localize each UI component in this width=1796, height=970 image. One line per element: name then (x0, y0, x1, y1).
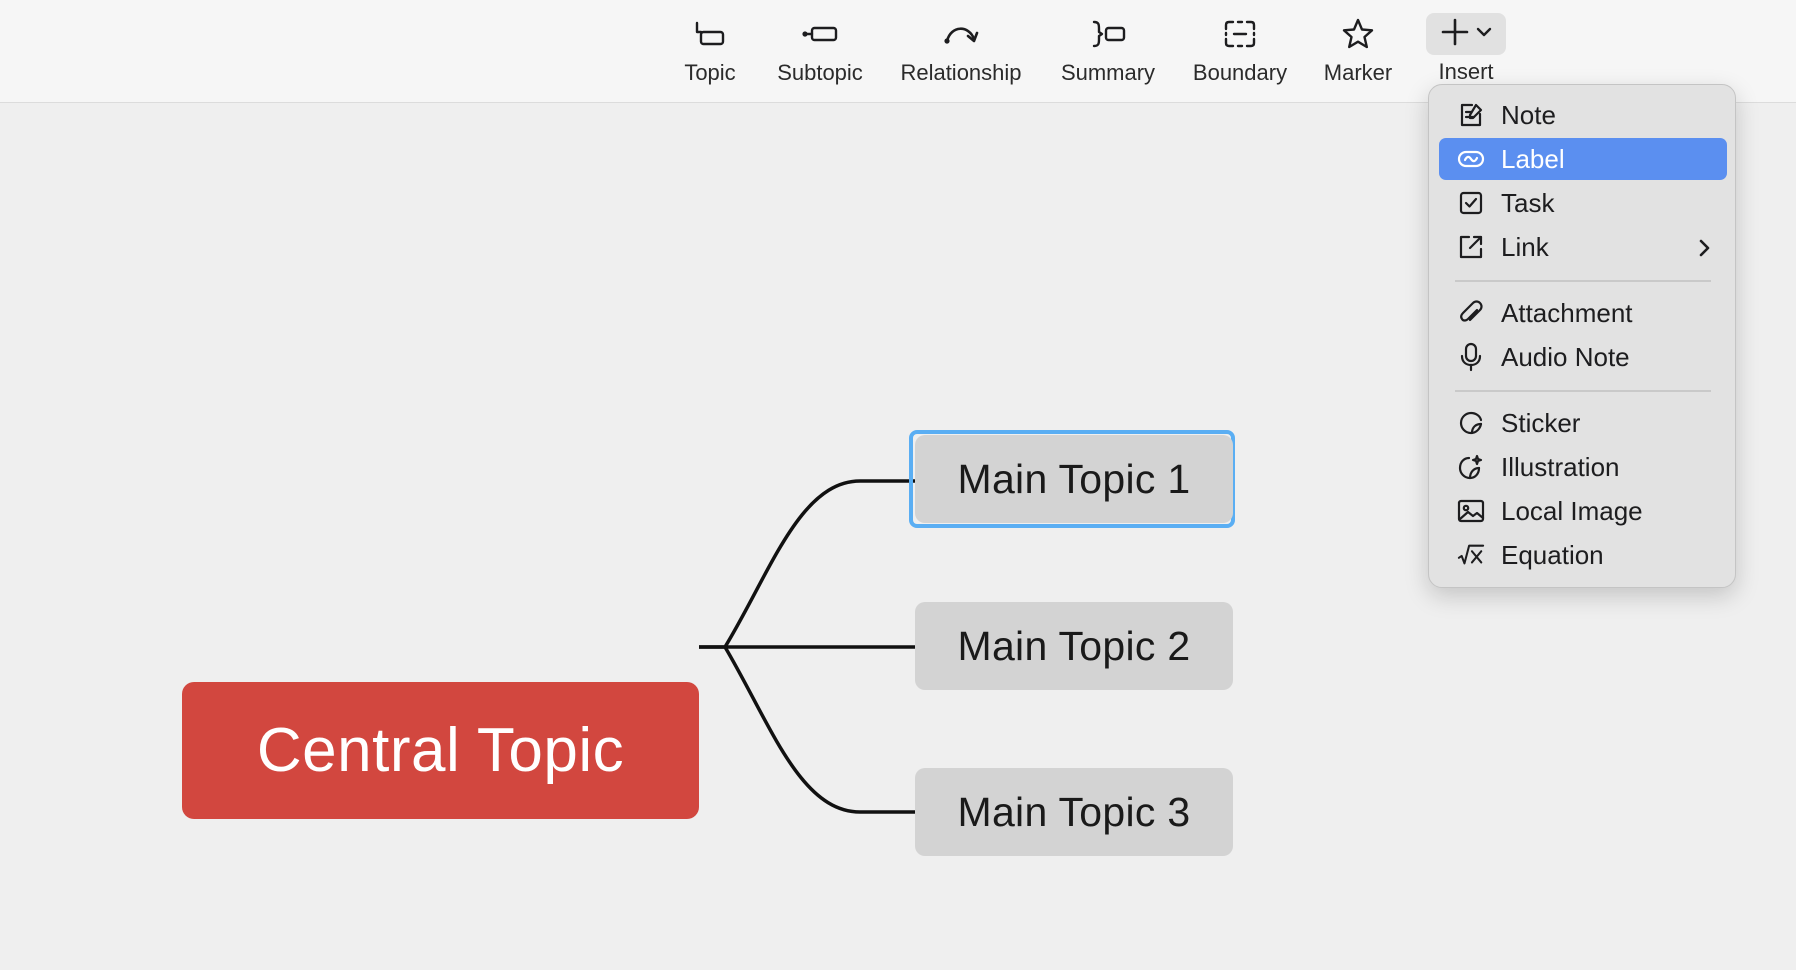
insert-tool-label: Insert (1438, 59, 1494, 84)
menu-item-local-image[interactable]: Local Image (1439, 490, 1727, 532)
menu-item-task-label: Task (1501, 187, 1555, 218)
subtopic-tool-label: Subtopic (777, 60, 863, 85)
menu-item-task[interactable]: Task (1439, 182, 1727, 224)
topic-icon (690, 12, 730, 56)
topic-tool-label: Topic (684, 60, 736, 85)
menu-item-note[interactable]: Note (1439, 94, 1727, 136)
plus-icon (1440, 17, 1470, 52)
chevron-right-icon (1697, 235, 1711, 266)
menu-item-illustration-label: Illustration (1501, 451, 1620, 482)
connector-main-topic-1 (699, 479, 915, 649)
central-topic[interactable]: Central Topic (182, 682, 699, 819)
topic-tool-button[interactable]: Topic (668, 12, 752, 92)
illustration-icon (1457, 453, 1485, 481)
relationship-tool-button[interactable]: Relationship (896, 12, 1026, 92)
menu-item-equation-label: Equation (1501, 539, 1604, 570)
marker-tool-label: Marker (1323, 60, 1393, 85)
menu-item-label-label: Label (1501, 143, 1565, 174)
menu-separator (1455, 390, 1711, 392)
star-icon (1338, 12, 1378, 56)
menu-item-label[interactable]: Label (1439, 138, 1727, 180)
main-topic-2[interactable]: Main Topic 2 (915, 602, 1233, 690)
menu-item-link[interactable]: Link (1439, 226, 1727, 268)
menu-item-note-label: Note (1501, 99, 1556, 130)
menu-item-sticker-label: Sticker (1501, 407, 1581, 438)
note-icon (1457, 101, 1485, 129)
menu-separator (1455, 280, 1711, 282)
summary-tool-label: Summary (1060, 60, 1156, 85)
image-icon (1457, 497, 1485, 525)
relationship-icon (941, 12, 981, 56)
checkbox-icon (1457, 189, 1485, 217)
main-topic-2-text: Main Topic 2 (957, 622, 1191, 669)
boundary-tool-label: Boundary (1192, 60, 1288, 85)
boundary-tool-button[interactable]: Boundary (1188, 12, 1292, 92)
label-icon (1457, 145, 1485, 173)
main-topic-1[interactable]: Main Topic 1 (915, 435, 1233, 523)
marker-tool-button[interactable]: Marker (1318, 12, 1398, 92)
summary-tool-button[interactable]: Summary (1058, 12, 1158, 92)
menu-item-equation[interactable]: Equation (1439, 534, 1727, 576)
subtopic-tool-button[interactable]: Subtopic (770, 12, 870, 92)
subtopic-icon (800, 12, 840, 56)
insert-dropdown-button[interactable] (1426, 13, 1506, 55)
insert-tool-button[interactable]: Insert (1426, 12, 1506, 92)
equation-icon (1457, 541, 1485, 569)
menu-item-attachment-label: Attachment (1501, 297, 1633, 328)
menu-item-illustration[interactable]: Illustration (1439, 446, 1727, 488)
summary-icon (1088, 12, 1128, 56)
connector-main-topic-3 (723, 646, 915, 814)
paperclip-icon (1457, 299, 1485, 327)
insert-menu: Note Label Task Link Attachment Audio No… (1428, 84, 1736, 588)
menu-item-attachment[interactable]: Attachment (1439, 292, 1727, 334)
menu-item-link-label: Link (1501, 231, 1549, 262)
central-topic-text: Central Topic (256, 716, 625, 785)
menu-item-audio-note[interactable]: Audio Note (1439, 336, 1727, 378)
menu-item-audio-note-label: Audio Note (1501, 341, 1630, 372)
main-topic-1-text: Main Topic 1 (957, 455, 1191, 502)
chevron-down-icon (1476, 25, 1492, 43)
relationship-tool-label: Relationship (900, 60, 1022, 85)
external-link-icon (1457, 233, 1485, 261)
menu-item-local-image-label: Local Image (1501, 495, 1643, 526)
main-topic-3-text: Main Topic 3 (957, 788, 1191, 835)
sticker-icon (1457, 409, 1485, 437)
microphone-icon (1457, 342, 1485, 372)
main-topic-3[interactable]: Main Topic 3 (915, 768, 1233, 856)
menu-item-sticker[interactable]: Sticker (1439, 402, 1727, 444)
boundary-icon (1220, 12, 1260, 56)
